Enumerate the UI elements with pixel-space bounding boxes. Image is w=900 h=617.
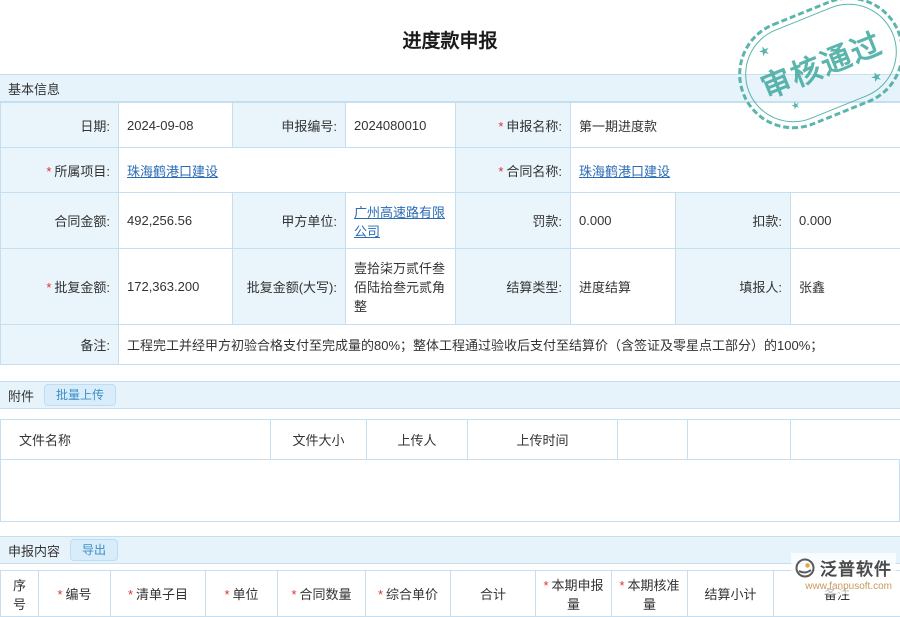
contract-amount-label: 合同金额: (1, 193, 119, 249)
party-a-value: 广州高速路有限公司 (346, 193, 456, 249)
brand-name: 泛普软件 (820, 555, 892, 580)
decl-col-total: 合计 (451, 571, 536, 617)
attachments-table: 文件名称 文件大小 上传人 上传时间 (0, 419, 900, 460)
penalty-value: 0.000 (571, 193, 676, 249)
attachments-empty-area (0, 460, 900, 522)
approved-amount-value: 172,363.200 (119, 249, 233, 325)
contract-name-link[interactable]: 珠海鹤港口建设 (579, 164, 670, 179)
required-marker: * (498, 119, 503, 134)
declaration-no-label: 申报编号: (233, 103, 346, 148)
approved-amount-caps-value: 壹拾柒万贰仟叁佰陆拾叁元贰角整 (346, 249, 456, 325)
remark-value: 工程完工并经甲方初验合格支付至完成量的80%；整体工程通过验收后支付至结算价（含… (119, 325, 900, 365)
attach-col-filesize: 文件大小 (271, 420, 367, 460)
section-attachments: 附件 批量上传 (0, 381, 900, 409)
deduction-label: 扣款: (676, 193, 791, 249)
declaration-name-label: *申报名称: (456, 103, 571, 148)
approved-amount-caps-label: 批复金额(大写): (233, 249, 346, 325)
section-declaration-title: 申报内容 (8, 541, 60, 560)
party-a-label: 甲方单位: (233, 193, 346, 249)
reporter-value: 张鑫 (791, 249, 900, 325)
fanpu-logo-icon (795, 558, 815, 578)
decl-col-unit-price: *综合单价 (366, 571, 451, 617)
required-marker: * (543, 578, 548, 593)
attach-col-uploadtime: 上传时间 (468, 420, 618, 460)
decl-col-approved-qty: *本期核准量 (612, 571, 688, 617)
penalty-label: 罚款: (456, 193, 571, 249)
decl-col-seq: 序号 (1, 571, 39, 617)
star-icon: ★ (756, 42, 773, 61)
required-marker: * (498, 164, 503, 179)
decl-col-no: *编号 (39, 571, 111, 617)
section-declaration: 申报内容 导出 (0, 536, 900, 564)
spacer (0, 522, 900, 536)
star-icon: ★ (868, 68, 885, 87)
section-attachments-title: 附件 (8, 386, 34, 405)
attach-col-filename: 文件名称 (1, 420, 271, 460)
decl-col-contract-qty: *合同数量 (278, 571, 366, 617)
remark-label: 备注: (1, 325, 119, 365)
contract-amount-value: 492,256.56 (119, 193, 233, 249)
brand-watermark: 泛普软件 www.fanpusoft.com (791, 553, 896, 594)
attach-col-empty (618, 420, 688, 460)
declaration-table: 序号 *编号 *清单子目 *单位 *合同数量 *综合单价 合计 *本期申报量 *… (0, 570, 900, 617)
settlement-type-value: 进度结算 (571, 249, 676, 325)
attach-col-empty (791, 420, 900, 460)
deduction-value: 0.000 (791, 193, 900, 249)
contract-name-label: *合同名称: (456, 148, 571, 193)
attach-col-empty (688, 420, 791, 460)
date-label: 日期: (1, 103, 119, 148)
spacer (0, 365, 900, 381)
decl-col-declared-qty: *本期申报量 (536, 571, 612, 617)
decl-col-settle-subtotal: 结算小计 (688, 571, 774, 617)
section-basic-info-title: 基本信息 (8, 79, 60, 98)
required-marker: * (46, 164, 51, 179)
required-marker: * (46, 280, 51, 295)
batch-upload-button[interactable]: 批量上传 (44, 384, 116, 406)
reporter-label: 填报人: (676, 249, 791, 325)
required-marker: * (619, 578, 624, 593)
party-a-link[interactable]: 广州高速路有限公司 (354, 205, 445, 239)
date-value: 2024-09-08 (119, 103, 233, 148)
brand-url: www.fanpusoft.com (795, 581, 892, 592)
approved-amount-label: *批复金额: (1, 249, 119, 325)
attach-col-uploader: 上传人 (367, 420, 468, 460)
decl-col-list-item: *清单子目 (111, 571, 206, 617)
settlement-type-label: 结算类型: (456, 249, 571, 325)
contract-name-value: 珠海鹤港口建设 (571, 148, 900, 193)
project-label: *所属项目: (1, 148, 119, 193)
project-value: 珠海鹤港口建设 (119, 148, 456, 193)
stamp-text: 审核通过 (753, 19, 888, 108)
project-link[interactable]: 珠海鹤港口建设 (127, 164, 218, 179)
basic-info-table: 日期: 2024-09-08 申报编号: 2024080010 *申报名称: 第… (0, 102, 900, 365)
export-button[interactable]: 导出 (70, 539, 118, 561)
declaration-no-value: 2024080010 (346, 103, 456, 148)
star-icon: ★ (790, 99, 802, 113)
decl-col-unit: *单位 (206, 571, 278, 617)
